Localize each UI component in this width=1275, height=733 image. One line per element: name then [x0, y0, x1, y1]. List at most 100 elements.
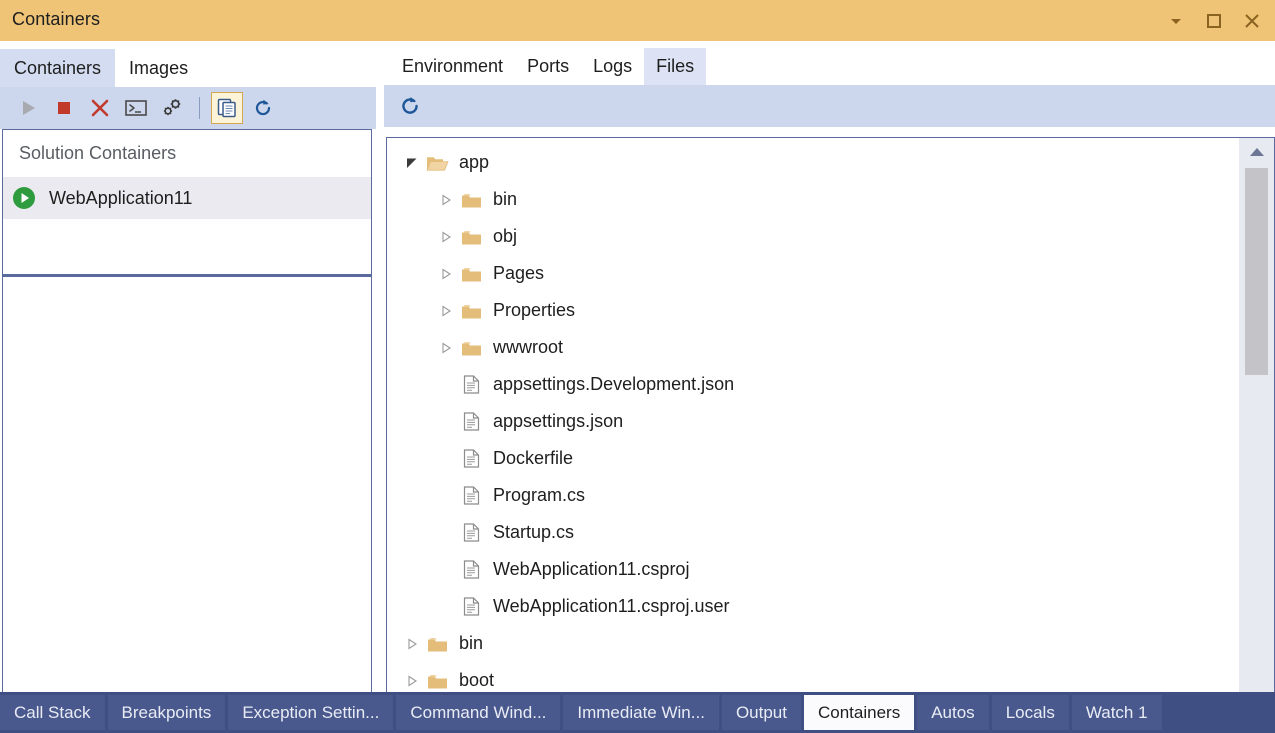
tree-indent-spacer [435, 411, 457, 433]
tab-containers[interactable]: Containers [0, 49, 115, 87]
bottom-tab-label: Immediate Win... [577, 703, 705, 723]
tree-folder-row[interactable]: obj [387, 218, 1239, 255]
stop-button[interactable] [48, 92, 80, 124]
bottom-tab-command-wind[interactable]: Command Wind... [396, 695, 560, 730]
bottom-tab-label: Call Stack [14, 703, 91, 723]
chevron-collapsed-icon[interactable] [401, 670, 423, 692]
refresh-button[interactable] [394, 90, 426, 122]
tab-ports-label: Ports [527, 56, 569, 77]
chevron-expanded-icon[interactable] [401, 152, 423, 174]
view-details-button[interactable] [211, 92, 243, 124]
tab-logs[interactable]: Logs [581, 48, 644, 85]
file-icon [459, 559, 483, 581]
tree-node-label: app [459, 152, 489, 173]
bottom-tab-exception-settin[interactable]: Exception Settin... [228, 695, 393, 730]
folder-icon [459, 263, 483, 285]
maximize-icon[interactable] [1197, 4, 1231, 38]
file-icon [459, 448, 483, 470]
bottom-tab-label: Containers [818, 703, 900, 723]
folder-open-icon [425, 152, 449, 174]
tree-node-label: Dockerfile [493, 448, 573, 469]
tab-environment[interactable]: Environment [390, 48, 515, 85]
tab-images[interactable]: Images [115, 49, 202, 87]
chevron-collapsed-icon[interactable] [435, 337, 457, 359]
bottom-tab-breakpoints[interactable]: Breakpoints [108, 695, 226, 730]
tree-file-row[interactable]: WebApplication11.csproj [387, 551, 1239, 588]
bottom-tab-call-stack[interactable]: Call Stack [0, 695, 105, 730]
tab-environment-label: Environment [402, 56, 503, 77]
tree-file-row[interactable]: WebApplication11.csproj.user [387, 588, 1239, 625]
tab-files[interactable]: Files [644, 48, 706, 85]
bottom-tab-immediate-win[interactable]: Immediate Win... [563, 695, 719, 730]
file-icon [459, 596, 483, 618]
remove-button[interactable] [84, 92, 116, 124]
tree-indent-spacer [435, 596, 457, 618]
tree-node-label: wwwroot [493, 337, 563, 358]
left-tabstrip: Containers Images [0, 41, 376, 87]
tree-folder-row[interactable]: bin [387, 181, 1239, 218]
bottom-tab-label: Command Wind... [410, 703, 546, 723]
tab-logs-label: Logs [593, 56, 632, 77]
debug-window-tabstrip: Call Stack Breakpoints Exception Settin...… [0, 692, 1275, 733]
folder-icon [459, 189, 483, 211]
bottom-tab-containers[interactable]: Containers [804, 695, 914, 730]
bottom-tab-autos[interactable]: Autos [917, 695, 988, 730]
scrollbar-thumb[interactable] [1245, 168, 1268, 375]
window-title: Containers [12, 9, 100, 30]
bottom-tab-output[interactable]: Output [722, 695, 801, 730]
bottom-tab-label: Locals [1006, 703, 1055, 723]
tree-indent-spacer [435, 559, 457, 581]
tree-file-row[interactable]: appsettings.json [387, 403, 1239, 440]
settings-button[interactable] [156, 92, 188, 124]
folder-icon [459, 226, 483, 248]
running-status-icon [11, 185, 37, 211]
refresh-button[interactable] [247, 92, 279, 124]
chevron-collapsed-icon[interactable] [401, 633, 423, 655]
tree-folder-row[interactable]: wwwroot [387, 329, 1239, 366]
folder-icon [425, 633, 449, 655]
chevron-collapsed-icon[interactable] [435, 263, 457, 285]
details-tabstrip: Environment Ports Logs Files [376, 41, 1275, 85]
tree-file-row[interactable]: appsettings.Development.json [387, 366, 1239, 403]
tree-folder-row[interactable]: Properties [387, 292, 1239, 329]
folder-icon [425, 670, 449, 692]
tree-folder-row[interactable]: Pages [387, 255, 1239, 292]
container-list-item[interactable]: WebApplication11 [3, 177, 371, 219]
tree-node-label: Startup.cs [493, 522, 574, 543]
folder-icon [459, 337, 483, 359]
chevron-collapsed-icon[interactable] [435, 300, 457, 322]
chevron-collapsed-icon[interactable] [435, 226, 457, 248]
tree-file-row[interactable]: Dockerfile [387, 440, 1239, 477]
tab-containers-label: Containers [14, 58, 101, 79]
chevron-down-icon[interactable] [1159, 4, 1193, 38]
tree-file-row[interactable]: Program.cs [387, 477, 1239, 514]
close-icon[interactable] [1235, 4, 1269, 38]
bottom-tab-label: Breakpoints [122, 703, 212, 723]
tree-folder-row[interactable]: app [387, 144, 1239, 181]
bottom-tab-label: Exception Settin... [242, 703, 379, 723]
terminal-button[interactable] [120, 92, 152, 124]
file-icon [459, 522, 483, 544]
list-divider [3, 274, 371, 276]
scroll-up-icon[interactable] [1239, 138, 1274, 166]
file-icon [459, 485, 483, 507]
solution-containers-header: Solution Containers [3, 130, 371, 177]
bottom-tab-label: Output [736, 703, 787, 723]
tree-file-row[interactable]: Startup.cs [387, 514, 1239, 551]
file-icon [459, 374, 483, 396]
tree-indent-spacer [435, 485, 457, 507]
tree-folder-row[interactable]: bin [387, 625, 1239, 662]
tree-node-label: Pages [493, 263, 544, 284]
bottom-tab-watch-1[interactable]: Watch 1 [1072, 695, 1162, 730]
tree-node-label: WebApplication11.csproj.user [493, 596, 729, 617]
folder-icon [459, 300, 483, 322]
tree-node-label: Properties [493, 300, 575, 321]
bottom-tab-locals[interactable]: Locals [992, 695, 1069, 730]
chevron-collapsed-icon[interactable] [435, 189, 457, 211]
tab-ports[interactable]: Ports [515, 48, 581, 85]
start-button[interactable] [12, 92, 44, 124]
tree-node-label: WebApplication11.csproj [493, 559, 689, 580]
file-tree-scrollbar[interactable] [1239, 138, 1274, 730]
file-tree: appbinobjPagesPropertieswwwrootappsettin… [387, 138, 1239, 730]
tree-node-label: bin [459, 633, 483, 654]
